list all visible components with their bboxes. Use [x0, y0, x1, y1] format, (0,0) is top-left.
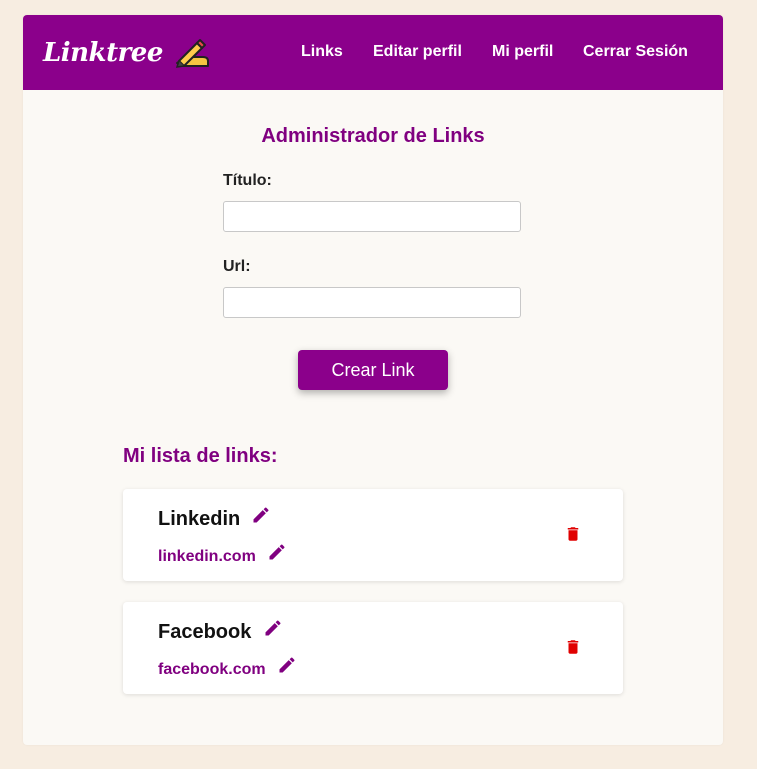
logo-text: Linktree: [43, 38, 163, 68]
url-label: Url:: [223, 258, 251, 275]
logo[interactable]: Linktree: [43, 33, 211, 73]
create-link-button[interactable]: Crear Link: [298, 350, 448, 390]
edit-title-pencil-icon[interactable]: [263, 618, 283, 638]
link-url[interactable]: facebook.com: [158, 661, 266, 679]
edit-url-pencil-icon[interactable]: [267, 542, 287, 562]
nav-cerrar-sesion[interactable]: Cerrar Sesión: [583, 43, 688, 61]
edit-url-pencil-icon[interactable]: [277, 655, 297, 675]
link-card: Facebook facebook.com: [123, 602, 623, 694]
list-heading: Mi lista de links:: [123, 445, 278, 467]
edit-title-pencil-icon[interactable]: [251, 505, 271, 525]
url-input[interactable]: [223, 287, 521, 318]
link-title: Linkedin: [158, 508, 241, 530]
delete-trash-icon[interactable]: [564, 524, 582, 544]
link-card: Linkedin linkedin.com: [123, 489, 623, 581]
nav-mi-perfil[interactable]: Mi perfil: [492, 43, 553, 61]
title-input[interactable]: [223, 201, 521, 232]
writing-hand-icon: [175, 39, 209, 68]
nav-editar-perfil[interactable]: Editar perfil: [373, 43, 462, 61]
link-title: Facebook: [158, 621, 252, 643]
link-url[interactable]: linkedin.com: [158, 548, 256, 566]
delete-trash-icon[interactable]: [564, 637, 582, 657]
title-label: Título:: [223, 172, 272, 189]
main-card: Linktree Links Editar perfil Mi perfil C…: [23, 15, 723, 745]
page-title: Administrador de Links: [261, 125, 485, 147]
navbar: Linktree Links Editar perfil Mi perfil C…: [23, 15, 723, 90]
nav-links[interactable]: Links: [301, 43, 343, 61]
